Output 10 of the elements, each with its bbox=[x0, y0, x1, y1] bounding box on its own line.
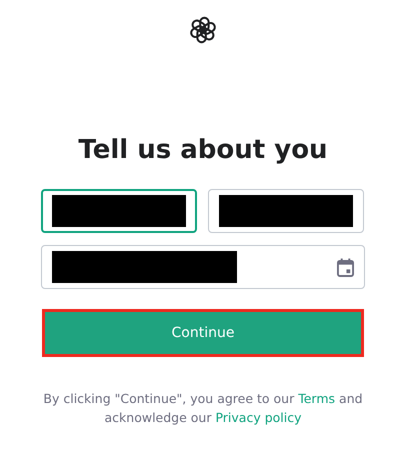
knot-icon bbox=[188, 15, 218, 45]
date-field[interactable] bbox=[41, 245, 365, 289]
link[interactable]: Privacy policy bbox=[215, 410, 302, 425]
calendar-icon[interactable] bbox=[337, 258, 354, 276]
page-title: Tell us about you bbox=[78, 134, 328, 167]
continue-button[interactable]: Continue bbox=[42, 309, 364, 357]
input-field[interactable] bbox=[41, 189, 197, 233]
link[interactable]: Terms bbox=[298, 391, 336, 406]
input-field[interactable] bbox=[208, 189, 364, 233]
terms-notice: By clicking "Continue", you agree to our Terms and acknowledge our Privacy policy bbox=[42, 390, 364, 427]
